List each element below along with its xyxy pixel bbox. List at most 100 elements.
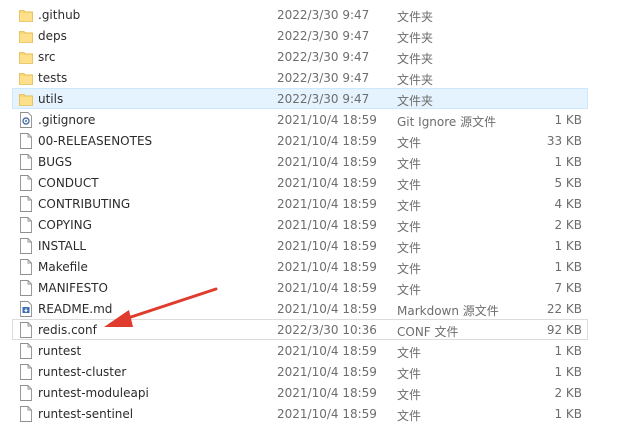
file-row-src[interactable]: src 2022/3/30 9:47 文件夹 [12,46,588,67]
file-icon [19,175,33,191]
file-name: redis.conf [38,323,97,337]
file-name: Makefile [38,260,88,274]
file-size: 22 KB [546,302,582,316]
file-size: 33 KB [546,134,582,148]
file-row-contributing[interactable]: CONTRIBUTING 2021/10/4 18:59 文件 4 KB [12,193,588,214]
file-row-runtest-sentinel[interactable]: runtest-sentinel 2021/10/4 18:59 文件 1 KB [12,403,588,424]
file-icon [19,406,33,422]
file-row-makefile[interactable]: Makefile 2021/10/4 18:59 文件 1 KB [12,256,588,277]
file-type: 文件夹 [397,73,434,87]
folder-icon [19,28,33,44]
folder-icon [19,91,33,107]
file-type: 文件 [397,220,422,234]
file-date: 2021/10/4 18:59 [277,281,377,295]
file-type: 文件 [397,199,422,213]
file-name: deps [38,29,67,43]
file-row-install[interactable]: INSTALL 2021/10/4 18:59 文件 1 KB [12,235,588,256]
file-date: 2021/10/4 18:59 [277,260,377,274]
file-name: src [38,50,56,64]
file-icon [19,196,33,212]
file-size: 4 KB [554,197,582,211]
file-row-deps[interactable]: deps 2022/3/30 9:47 文件夹 [12,25,588,46]
file-type: 文件夹 [397,10,434,24]
file-type: Git Ignore 源文件 [397,115,497,129]
file-type: 文件 [397,241,422,255]
folder-icon [19,70,33,86]
file-date: 2021/10/4 18:59 [277,365,377,379]
file-size: 1 KB [554,239,582,253]
file-row-runtest-cluster[interactable]: runtest-cluster 2021/10/4 18:59 文件 1 KB [12,361,588,382]
file-type: 文件 [397,157,422,171]
file-size: 1 KB [554,365,582,379]
file-size: 1 KB [554,344,582,358]
file-size: 1 KB [554,407,582,421]
file-date: 2022/3/30 9:47 [277,8,370,22]
file-row-gitignore[interactable]: .gitignore 2021/10/4 18:59 Git Ignore 源文件 1… [12,109,588,130]
file-row-conduct[interactable]: CONDUCT 2021/10/4 18:59 文件 5 KB [12,172,588,193]
file-type: 文件夹 [397,31,434,45]
file-icon [19,322,33,338]
file-date: 2021/10/4 18:59 [277,218,377,232]
file-date: 2022/3/30 9:47 [277,50,370,64]
file-name: INSTALL [38,239,87,253]
file-icon [19,154,33,170]
file-type: 文件 [397,136,422,150]
file-size: 5 KB [554,176,582,190]
file-name: CONTRIBUTING [38,197,131,211]
file-type: 文件夹 [397,94,434,108]
file-icon [19,133,33,149]
file-size: 92 KB [546,323,582,337]
file-name: runtest-cluster [38,365,127,379]
folder-icon [19,49,33,65]
file-type: 文件 [397,409,422,423]
file-name: README.md [38,302,113,316]
file-row-manifesto[interactable]: MANIFESTO 2021/10/4 18:59 文件 7 KB [12,277,588,298]
file-type: 文件 [397,367,422,381]
file-row-redis-conf[interactable]: redis.conf 2022/3/30 10:36 CONF 文件 92 KB [12,319,588,340]
file-date: 2021/10/4 18:59 [277,386,377,400]
file-type: 文件夹 [397,52,434,66]
file-name: runtest-sentinel [38,407,134,421]
file-date: 2021/10/4 18:59 [277,302,377,316]
file-name: BUGS [38,155,72,169]
gear-file-icon [19,112,33,128]
folder-icon [19,7,33,23]
file-icon [19,280,33,296]
file-date: 2021/10/4 18:59 [277,239,377,253]
file-size: 2 KB [554,218,582,232]
file-date: 2022/3/30 10:36 [277,323,377,337]
file-icon [19,259,33,275]
file-type: 文件 [397,262,422,276]
file-list: .github 2022/3/30 9:47 文件夹 deps 2022/3/30 9:… [12,4,588,424]
file-icon [19,343,33,359]
file-icon [19,238,33,254]
file-date: 2022/3/30 9:47 [277,71,370,85]
file-row-github[interactable]: .github 2022/3/30 9:47 文件夹 [12,4,588,25]
file-row-runtest-moduleapi[interactable]: runtest-moduleapi 2021/10/4 18:59 文件 2 KB [12,382,588,403]
file-name: MANIFESTO [38,281,108,295]
file-row-runtest[interactable]: runtest 2021/10/4 18:59 文件 1 KB [12,340,588,361]
file-date: 2021/10/4 18:59 [277,113,377,127]
file-row-readme-md[interactable]: README.md 2021/10/4 18:59 Markdown 源文件 22 K… [12,298,588,319]
file-type: CONF 文件 [397,325,459,339]
file-row-copying[interactable]: COPYING 2021/10/4 18:59 文件 2 KB [12,214,588,235]
file-name: CONDUCT [38,176,99,190]
file-date: 2021/10/4 18:59 [277,407,377,421]
file-row-tests[interactable]: tests 2022/3/30 9:47 文件夹 [12,67,588,88]
file-size: 1 KB [554,113,582,127]
file-name: runtest-moduleapi [38,386,149,400]
file-row-00-releasenotes[interactable]: 00-RELEASENOTES 2021/10/4 18:59 文件 33 KB [12,130,588,151]
file-date: 2021/10/4 18:59 [277,155,377,169]
file-icon [19,364,33,380]
file-row-utils[interactable]: utils 2022/3/30 9:47 文件夹 [12,88,588,109]
file-size: 1 KB [554,260,582,274]
file-size: 2 KB [554,386,582,400]
file-name: runtest [38,344,82,358]
file-date: 2021/10/4 18:59 [277,344,377,358]
file-name: COPYING [38,218,92,232]
file-icon [19,217,33,233]
file-size: 7 KB [554,281,582,295]
file-name: utils [38,92,64,106]
file-type: 文件 [397,283,422,297]
file-row-bugs[interactable]: BUGS 2021/10/4 18:59 文件 1 KB [12,151,588,172]
